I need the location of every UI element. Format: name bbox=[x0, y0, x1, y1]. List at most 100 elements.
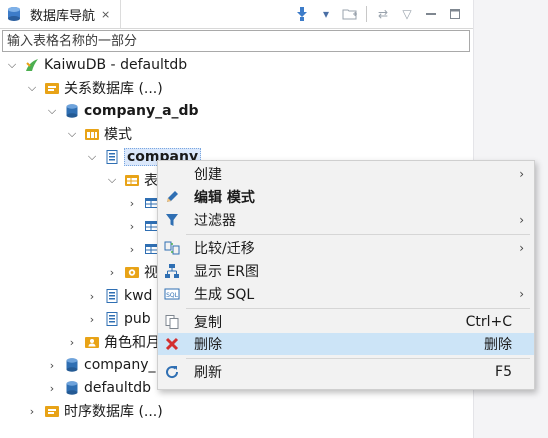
defaultdb-label: defaultdb bbox=[84, 380, 152, 396]
chevron-down-icon[interactable]: ⌵ bbox=[86, 150, 98, 164]
schema-icon bbox=[104, 288, 120, 304]
pub-schema-label: pub bbox=[124, 311, 151, 327]
menu-label-delete: 删除 bbox=[194, 337, 222, 353]
copy-icon bbox=[164, 314, 180, 330]
roles-label: 角色和月 bbox=[104, 335, 160, 351]
chevron-right-icon[interactable]: › bbox=[126, 243, 138, 256]
relational-db-label: 关系数据库 (...) bbox=[64, 81, 163, 97]
pencil-icon bbox=[164, 189, 180, 205]
menu-label-create: 创建 bbox=[194, 167, 222, 183]
new-connection-icon[interactable] bbox=[292, 4, 312, 24]
chevron-right-icon: › bbox=[519, 213, 524, 227]
tree-row-kwd-schema[interactable]: › kwd bbox=[86, 285, 153, 307]
schemas-folder-icon bbox=[84, 126, 100, 142]
navigator-toolbar: ▾ ⇄ ▽ bbox=[292, 4, 465, 24]
connection-label: KaiwuDB - defaultdb bbox=[44, 57, 188, 73]
context-menu: 创建 › 编辑 模式 过滤器 › 比较/迁移 › 显示 ER图 SQL 生成 S… bbox=[157, 160, 535, 390]
tree-row-company-a-db[interactable]: ⌵ company_a_db bbox=[46, 100, 199, 122]
menu-item-edit-schema[interactable]: 编辑 模式 bbox=[158, 186, 534, 208]
filter-icon bbox=[164, 212, 180, 228]
kwd-schema-label: kwd bbox=[124, 288, 153, 304]
chevron-right-icon[interactable]: › bbox=[46, 359, 58, 372]
chevron-right-icon[interactable]: › bbox=[126, 220, 138, 233]
tree-row-timeseries-db[interactable]: › 时序数据库 (...) bbox=[26, 400, 163, 422]
er-diagram-icon bbox=[164, 263, 180, 279]
roles-folder-icon bbox=[84, 334, 100, 350]
chevron-down-icon[interactable]: ⌵ bbox=[6, 58, 18, 72]
menu-label-show-er: 显示 ER图 bbox=[194, 264, 260, 280]
chevron-down-icon[interactable]: ⌵ bbox=[106, 173, 118, 187]
chevron-right-icon: › bbox=[519, 287, 524, 301]
tab-title: 数据库导航 bbox=[30, 8, 96, 24]
copy-shortcut: Ctrl+C bbox=[465, 314, 512, 330]
database-icon bbox=[64, 380, 80, 396]
database-navigator-icon bbox=[6, 6, 22, 22]
menu-item-copy[interactable]: 复制 Ctrl+C bbox=[158, 311, 534, 333]
chevron-right-icon[interactable]: › bbox=[46, 382, 58, 395]
company-db-2-label: company_ bbox=[84, 357, 156, 373]
chevron-right-icon: › bbox=[519, 241, 524, 255]
timeseries-db-label: 时序数据库 (...) bbox=[64, 404, 163, 420]
link-with-editor-icon[interactable]: ⇄ bbox=[373, 4, 393, 24]
tree-row-roles[interactable]: › 角色和月 bbox=[66, 331, 160, 353]
chevron-down-icon[interactable]: ⌵ bbox=[66, 127, 78, 141]
tree-row-tables[interactable]: ⌵ 表 bbox=[106, 169, 158, 191]
new-folder-icon[interactable] bbox=[340, 4, 360, 24]
chevron-right-icon[interactable]: › bbox=[26, 405, 38, 418]
tree-row-schemas[interactable]: ⌵ 模式 bbox=[66, 123, 132, 145]
tree-row-connection[interactable]: ⌵ KaiwuDB - defaultdb bbox=[6, 54, 187, 76]
refresh-icon bbox=[164, 364, 180, 380]
compare-icon bbox=[164, 240, 180, 256]
menu-item-gen-sql[interactable]: SQL 生成 SQL › bbox=[158, 283, 534, 305]
minimize-icon[interactable] bbox=[421, 4, 441, 24]
menu-label-gen-sql: 生成 SQL bbox=[194, 287, 255, 303]
schema-icon bbox=[104, 311, 120, 327]
tree-row-views[interactable]: › 视 bbox=[106, 261, 158, 283]
menu-item-delete[interactable]: 删除 删除 bbox=[158, 333, 534, 355]
menu-separator bbox=[186, 358, 530, 359]
chevron-right-icon[interactable]: › bbox=[106, 266, 118, 279]
view-menu-icon[interactable]: ▽ bbox=[397, 4, 417, 24]
tables-label: 表 bbox=[144, 173, 158, 189]
chevron-down-icon[interactable]: ⌵ bbox=[46, 104, 58, 118]
menu-item-filter[interactable]: 过滤器 › bbox=[158, 209, 534, 231]
chevron-right-icon[interactable]: › bbox=[86, 313, 98, 326]
menu-item-refresh[interactable]: 刷新 F5 bbox=[158, 361, 534, 383]
sql-icon: SQL bbox=[164, 286, 180, 302]
menu-item-create[interactable]: 创建 › bbox=[158, 163, 534, 185]
menu-label-compare: 比较/迁移 bbox=[194, 241, 255, 257]
maximize-icon[interactable] bbox=[445, 4, 465, 24]
chevron-down-icon[interactable]: ▾ bbox=[316, 4, 336, 24]
chevron-right-icon[interactable]: › bbox=[66, 336, 78, 349]
tables-folder-icon bbox=[124, 172, 140, 188]
filter-box bbox=[2, 30, 470, 52]
delete-shortcut: 删除 bbox=[484, 337, 512, 353]
delete-icon bbox=[164, 336, 180, 352]
tree-row-company-db-2[interactable]: › company_ bbox=[46, 354, 156, 376]
menu-separator bbox=[186, 234, 530, 235]
chevron-down-icon[interactable]: ⌵ bbox=[26, 81, 38, 95]
chevron-right-icon: › bbox=[519, 167, 524, 181]
tree-row-relational-db[interactable]: ⌵ 关系数据库 (...) bbox=[26, 77, 163, 99]
toolbar-separator bbox=[366, 6, 367, 22]
menu-label-filter: 过滤器 bbox=[194, 213, 236, 229]
tree-row-defaultdb[interactable]: › defaultdb bbox=[46, 377, 151, 399]
menu-label-edit-schema: 编辑 模式 bbox=[194, 190, 255, 206]
table-name-filter-input[interactable] bbox=[3, 31, 469, 51]
menu-label-refresh: 刷新 bbox=[194, 365, 222, 381]
tab-bar: 数据库导航 ⨯ ▾ ⇄ ▽ bbox=[0, 0, 473, 29]
svg-text:SQL: SQL bbox=[166, 292, 179, 299]
schema-icon bbox=[104, 149, 120, 165]
connection-icon bbox=[24, 57, 40, 73]
chevron-right-icon[interactable]: › bbox=[126, 197, 138, 210]
menu-item-show-er[interactable]: 显示 ER图 bbox=[158, 260, 534, 282]
schemas-label: 模式 bbox=[104, 127, 132, 143]
views-folder-icon bbox=[124, 264, 140, 280]
tree-row-pub-schema[interactable]: › pub bbox=[86, 308, 151, 330]
chevron-right-icon[interactable]: › bbox=[86, 290, 98, 303]
database-icon bbox=[64, 357, 80, 373]
company-a-db-label: company_a_db bbox=[84, 103, 199, 119]
tab-database-navigator[interactable]: 数据库导航 ⨯ bbox=[0, 0, 121, 28]
menu-item-compare[interactable]: 比较/迁移 › bbox=[158, 237, 534, 259]
close-icon[interactable]: ⨯ bbox=[101, 8, 110, 21]
